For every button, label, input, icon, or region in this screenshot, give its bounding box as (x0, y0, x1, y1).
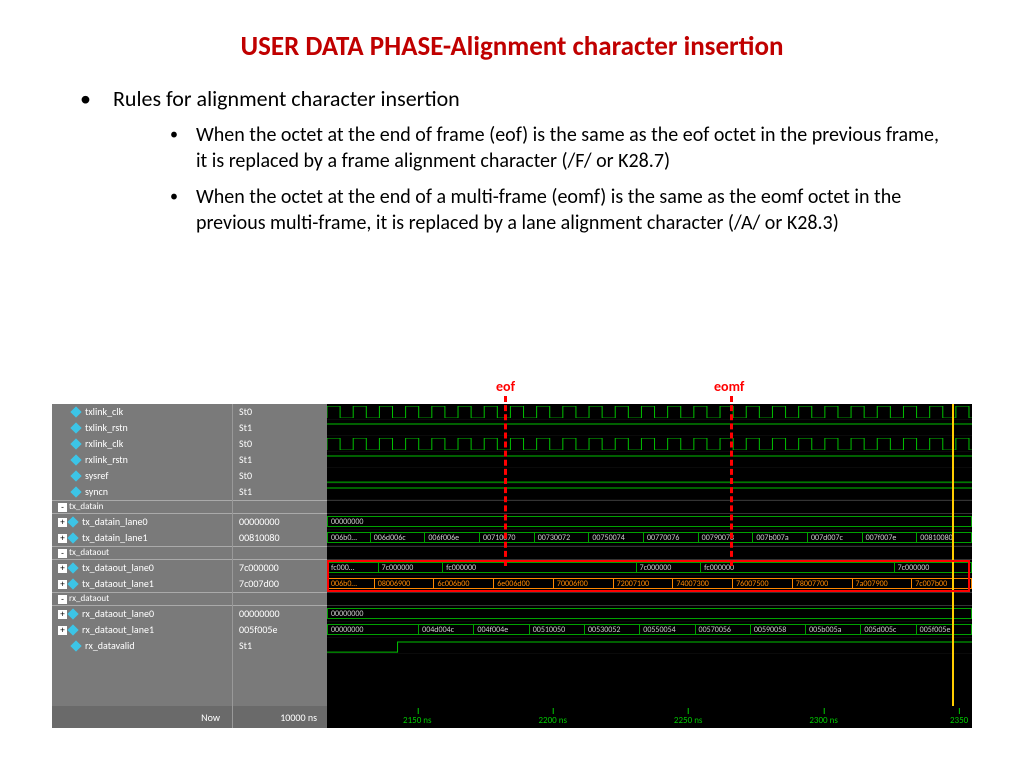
signal-value-row: 005f005e (233, 622, 327, 638)
now-value: 10000 ns (232, 706, 327, 728)
signal-icon (70, 486, 81, 497)
signal-name-row: +tx_dataout_lane0 (52, 560, 232, 576)
eomf-marker-line (730, 396, 733, 566)
signal-names-column: txlink_clktxlink_rstnrxlink_clkrxlink_rs… (52, 404, 232, 728)
waveform-row (327, 638, 972, 654)
signal-icon (67, 578, 78, 589)
signal-name-row: rx_datavalid (52, 638, 232, 654)
eomf-label: eomf (714, 378, 744, 395)
collapse-icon: - (58, 595, 67, 604)
signal-value-row: St1 (233, 420, 327, 436)
signal-icon (67, 532, 78, 543)
rule-item: • When the octet at the end of a multi-f… (170, 184, 964, 236)
rule-item: • When the octet at the end of frame (eo… (170, 122, 964, 174)
signal-value-row: 7c007d00 (233, 576, 327, 592)
signal-icon (67, 562, 78, 573)
waveform-row (327, 404, 972, 420)
expand-icon: + (58, 534, 67, 543)
signal-value-row: St1 (233, 452, 327, 468)
signal-name-row: txlink_clk (52, 404, 232, 420)
expand-icon: + (58, 610, 67, 619)
signal-name-row: txlink_rstn (52, 420, 232, 436)
waveform-row (327, 452, 972, 468)
time-tick: 2150 ns (403, 715, 432, 726)
signal-name-row: rxlink_clk (52, 436, 232, 452)
signal-icon (70, 406, 81, 417)
expand-icon: + (58, 518, 67, 527)
time-tick: 2250 ns (674, 715, 703, 726)
signal-icon (67, 516, 78, 527)
signal-icon (70, 422, 81, 433)
signal-value-row: St0 (233, 404, 327, 420)
waveform-row: 00000000 (327, 606, 972, 622)
waveform-row: 006b0…080069006c006b006e006d0070006f0072… (327, 576, 972, 592)
content-block: • Rules for alignment character insertio… (0, 63, 1024, 236)
signal-value-row: 00000000 (233, 514, 327, 530)
signal-name-row: +rx_dataout_lane1 (52, 622, 232, 638)
signal-icon (67, 608, 78, 619)
signal-name-row: - rx_dataout (52, 592, 232, 606)
signal-name-row: +rx_dataout_lane0 (52, 606, 232, 622)
now-label: Now (52, 706, 232, 728)
waveform-row (327, 592, 972, 606)
signal-value-row: 00000000 (233, 606, 327, 622)
bullet-main: • Rules for alignment character insertio… (80, 85, 964, 112)
eof-marker-line (504, 396, 507, 566)
waveform-row (327, 420, 972, 436)
waveform-row: 00000000 (327, 514, 972, 530)
waveform-row (327, 468, 972, 484)
waveform-row (327, 484, 972, 500)
signal-value-row: 00810080 (233, 530, 327, 546)
signal-value-row: St1 (233, 484, 327, 500)
expand-icon: + (58, 580, 67, 589)
expand-icon: + (58, 564, 67, 573)
waveform-figure: eof eomf txlink_clktxlink_rstnrxlink_clk… (52, 378, 972, 728)
waveform-row: 006b0…006d006c006f006e007100700073007200… (327, 530, 972, 546)
signal-icon (70, 470, 81, 481)
signal-value-row (233, 592, 327, 606)
time-axis: 2150 ns 2200 ns 2250 ns 2300 ns 2350 (327, 706, 972, 728)
signal-name-row: rxlink_rstn (52, 452, 232, 468)
collapse-icon: - (58, 549, 67, 558)
time-tick: 2200 ns (538, 715, 567, 726)
signal-value-row (233, 546, 327, 560)
signal-icon (70, 438, 81, 449)
waveform-row (327, 546, 972, 560)
waveform-row (327, 436, 972, 452)
signal-name-row: sysref (52, 468, 232, 484)
signal-icon (67, 624, 78, 635)
collapse-icon: - (58, 503, 67, 512)
signal-name-row: syncn (52, 484, 232, 500)
waveform-column: 00000000006b0…006d006c006f006e0071007000… (327, 404, 972, 728)
eof-label: eof (496, 378, 515, 395)
expand-icon: + (58, 626, 67, 635)
signal-icon (70, 454, 81, 465)
wave-viewer: txlink_clktxlink_rstnrxlink_clkrxlink_rs… (52, 404, 972, 728)
time-axis-row: Now 10000 ns 2150 ns 2200 ns 2250 ns 2300 n… (52, 706, 972, 728)
signal-value-row: St0 (233, 436, 327, 452)
signal-value-row: St0 (233, 468, 327, 484)
signal-name-row: - tx_datain (52, 500, 232, 514)
cursor-marker (952, 404, 954, 706)
waveform-row: 00000000004d004c004f004e0051005000530052… (327, 622, 972, 638)
time-tick: 2300 ns (809, 715, 838, 726)
heading-text: Rules for alignment character insertion (113, 85, 460, 112)
signal-name-row: +tx_datain_lane1 (52, 530, 232, 546)
signal-name-row: +tx_datain_lane0 (52, 514, 232, 530)
waveform-row: fc000…7c000000fc0000007c000000fc0000007c… (327, 560, 972, 576)
waveform-row (327, 500, 972, 514)
signal-value-row: St1 (233, 638, 327, 654)
signal-values-column: St0St1St0St1St0St100000000008100807c0000… (232, 404, 327, 728)
signal-name-row: - tx_dataout (52, 546, 232, 560)
slide-title: USER DATA PHASE-Alignment character inse… (0, 0, 1024, 63)
signal-value-row (233, 500, 327, 514)
signal-value-row: 7c000000 (233, 560, 327, 576)
signal-name-row: +tx_dataout_lane1 (52, 576, 232, 592)
signal-icon (70, 640, 81, 651)
time-tick: 2350 (950, 715, 968, 726)
